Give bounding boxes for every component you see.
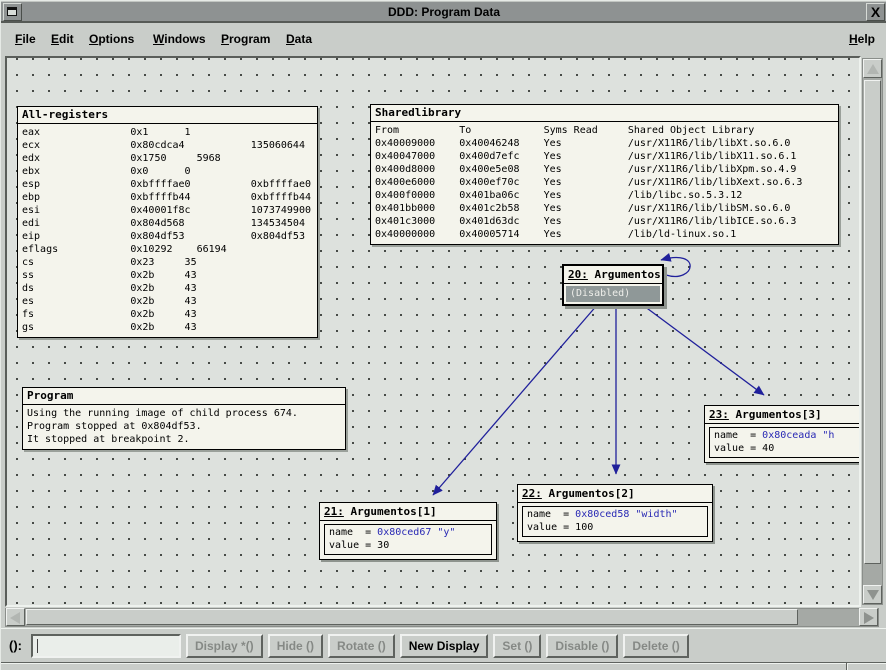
menu-program[interactable]: Program bbox=[217, 24, 274, 54]
scroll-up-button[interactable] bbox=[863, 59, 882, 78]
display-node-21[interactable]: 21: Argumentos[1] name = 0x80ced67 "y" v… bbox=[319, 502, 497, 560]
menu-data[interactable]: Data bbox=[282, 24, 316, 54]
program-title: Program bbox=[23, 388, 345, 405]
node-23-name-field: name = 0x80ceada "h bbox=[714, 429, 859, 442]
vertical-scrollbar[interactable] bbox=[862, 58, 883, 605]
register-row: cs 0x23 35 bbox=[18, 256, 317, 269]
sharedlibrary-header: From To Syms Read Shared Object Library bbox=[371, 124, 838, 137]
node-21-title: 21: Argumentos[1] bbox=[320, 503, 496, 521]
left-arrow-icon bbox=[10, 612, 20, 624]
data-canvas-frame: All-registers eax 0x1 1 ecx 0x80cdca4 13… bbox=[5, 56, 861, 607]
ddd-program-data-window: DDD: Program Data X File Edit Options Wi… bbox=[0, 0, 886, 670]
display-toolbar: (): Display *() Hide () Rotate () New Di… bbox=[1, 628, 886, 662]
close-button[interactable]: X bbox=[866, 3, 885, 21]
display-node-23[interactable]: 23: Argumentos[3] name = 0x80ceada "h va… bbox=[704, 405, 859, 463]
toolbar-button-rotate[interactable]: Rotate () bbox=[328, 634, 395, 658]
window-title: DDD: Program Data bbox=[1, 2, 886, 22]
argument-label: (): bbox=[9, 629, 22, 663]
sharedlibrary-row: 0x400e6000 0x400ef70c Yes /usr/X11R6/lib… bbox=[371, 176, 838, 189]
node-20-status-disabled[interactable]: (Disabled) bbox=[566, 286, 660, 302]
register-row: edi 0x804d568 134534504 bbox=[18, 217, 317, 230]
sharedlibrary-row: 0x401bb000 0x401c2b58 Yes /usr/X11R6/lib… bbox=[371, 202, 838, 215]
program-status-line: Program stopped at 0x804df53. bbox=[23, 420, 345, 433]
register-row: eax 0x1 1 bbox=[18, 126, 317, 139]
register-row: ebx 0x0 0 bbox=[18, 165, 317, 178]
sharedlibrary-title: Sharedlibrary bbox=[371, 105, 838, 122]
edge-20-to-21 bbox=[433, 304, 598, 495]
frame-resize-divider bbox=[846, 663, 848, 670]
register-row: gs 0x2b 43 bbox=[18, 321, 317, 334]
down-arrow-icon bbox=[867, 590, 879, 600]
register-row: ss 0x2b 43 bbox=[18, 269, 317, 282]
register-row: ebp 0xbffffb44 0xbffffb44 bbox=[18, 191, 317, 204]
horizontal-scrollbar-thumb[interactable] bbox=[26, 609, 798, 625]
menu-options[interactable]: Options bbox=[85, 24, 138, 54]
horizontal-scrollbar[interactable] bbox=[5, 608, 879, 627]
toolbar-buttons: Display *() Hide () Rotate () New Displa… bbox=[186, 634, 689, 658]
toolbar-button-hide[interactable]: Hide () bbox=[268, 634, 323, 658]
toolbar-button-delete[interactable]: Delete () bbox=[623, 634, 688, 658]
node-22-title: 22: Argumentos[2] bbox=[518, 485, 712, 503]
program-status-line: Using the running image of child process… bbox=[23, 407, 345, 420]
all-registers-title: All-registers bbox=[18, 107, 317, 124]
display-node-20[interactable]: 20: Argumentos (Disabled) bbox=[562, 264, 664, 306]
register-row: edx 0x1750 5968 bbox=[18, 152, 317, 165]
scroll-left-button[interactable] bbox=[6, 608, 25, 626]
node-21-value-box[interactable]: name = 0x80ced67 "y" value = 30 bbox=[324, 524, 492, 555]
node-23-value-field: value = 40 bbox=[714, 442, 859, 455]
text-cursor-icon bbox=[37, 639, 38, 653]
toolbar-button-display[interactable]: Display *() bbox=[186, 634, 263, 658]
menubar: File Edit Options Windows Program Data H… bbox=[1, 24, 886, 54]
register-row: fs 0x2b 43 bbox=[18, 308, 317, 321]
toolbar-button-disable[interactable]: Disable () bbox=[546, 634, 618, 658]
up-arrow-icon bbox=[867, 64, 879, 74]
register-row: ds 0x2b 43 bbox=[18, 282, 317, 295]
display-sharedlibrary[interactable]: Sharedlibrary From To Syms Read Shared O… bbox=[370, 104, 839, 245]
node-23-title: 23: Argumentos[3] bbox=[705, 406, 859, 424]
register-row: eip 0x804df53 0x804df53 bbox=[18, 230, 317, 243]
vertical-scrollbar-thumb[interactable] bbox=[864, 80, 881, 564]
display-program[interactable]: Program Using the running image of child… bbox=[22, 387, 346, 450]
node-22-value-field: value = 100 bbox=[527, 521, 703, 534]
node-22-value-box[interactable]: name = 0x80ced58 "width" value = 100 bbox=[522, 506, 708, 537]
menu-edit[interactable]: Edit bbox=[47, 24, 78, 54]
node-20-title: 20: Argumentos bbox=[564, 266, 662, 284]
register-row: ecx 0x80cdca4 135060644 bbox=[18, 139, 317, 152]
register-row: esp 0xbffffae0 0xbffffae0 bbox=[18, 178, 317, 191]
menu-help[interactable]: Help bbox=[845, 24, 879, 54]
sharedlibrary-row: 0x40009000 0x40046248 Yes /usr/X11R6/lib… bbox=[371, 137, 838, 150]
sharedlibrary-row: 0x40047000 0x400d7efc Yes /usr/X11R6/lib… bbox=[371, 150, 838, 163]
program-status-line: It stopped at breakpoint 2. bbox=[23, 433, 345, 446]
argument-input[interactable] bbox=[31, 634, 181, 658]
sharedlibrary-row: 0x40000000 0x40005714 Yes /lib/ld-linux.… bbox=[371, 228, 838, 241]
titlebar[interactable]: DDD: Program Data X bbox=[1, 1, 886, 23]
toolbar-button-new-display[interactable]: New Display bbox=[400, 634, 489, 658]
sharedlibrary-row: 0x400f0000 0x401ba06c Yes /lib/libc.so.5… bbox=[371, 189, 838, 202]
menu-file[interactable]: File bbox=[11, 24, 40, 54]
sharedlibrary-row: 0x401c3000 0x401d63dc Yes /usr/X11R6/lib… bbox=[371, 215, 838, 228]
sharedlibrary-row: 0x400d8000 0x400e5e08 Yes /usr/X11R6/lib… bbox=[371, 163, 838, 176]
toolbar-button-set[interactable]: Set () bbox=[493, 634, 541, 658]
register-row: eflags 0x10292 66194 bbox=[18, 243, 317, 256]
scroll-down-button[interactable] bbox=[863, 585, 882, 604]
menu-windows[interactable]: Windows bbox=[149, 24, 210, 54]
window-bottom-frame[interactable] bbox=[1, 662, 886, 670]
close-icon: X bbox=[871, 4, 880, 20]
node-21-value-field: value = 30 bbox=[329, 539, 487, 552]
display-all-registers[interactable]: All-registers eax 0x1 1 ecx 0x80cdca4 13… bbox=[17, 106, 318, 338]
node-21-name-field: name = 0x80ced67 "y" bbox=[329, 526, 487, 539]
data-canvas[interactable]: All-registers eax 0x1 1 ecx 0x80cdca4 13… bbox=[7, 58, 859, 605]
display-node-22[interactable]: 22: Argumentos[2] name = 0x80ced58 "widt… bbox=[517, 484, 713, 542]
register-row: esi 0x40001f8c 1073749900 bbox=[18, 204, 317, 217]
edge-20-self-loop bbox=[661, 258, 690, 277]
register-row: es 0x2b 43 bbox=[18, 295, 317, 308]
right-arrow-icon bbox=[864, 612, 874, 624]
node-23-value-box[interactable]: name = 0x80ceada "h value = 40 bbox=[709, 427, 859, 458]
node-22-name-field: name = 0x80ced58 "width" bbox=[527, 508, 703, 521]
scroll-right-button[interactable] bbox=[859, 608, 878, 626]
edge-20-to-23 bbox=[640, 303, 764, 395]
